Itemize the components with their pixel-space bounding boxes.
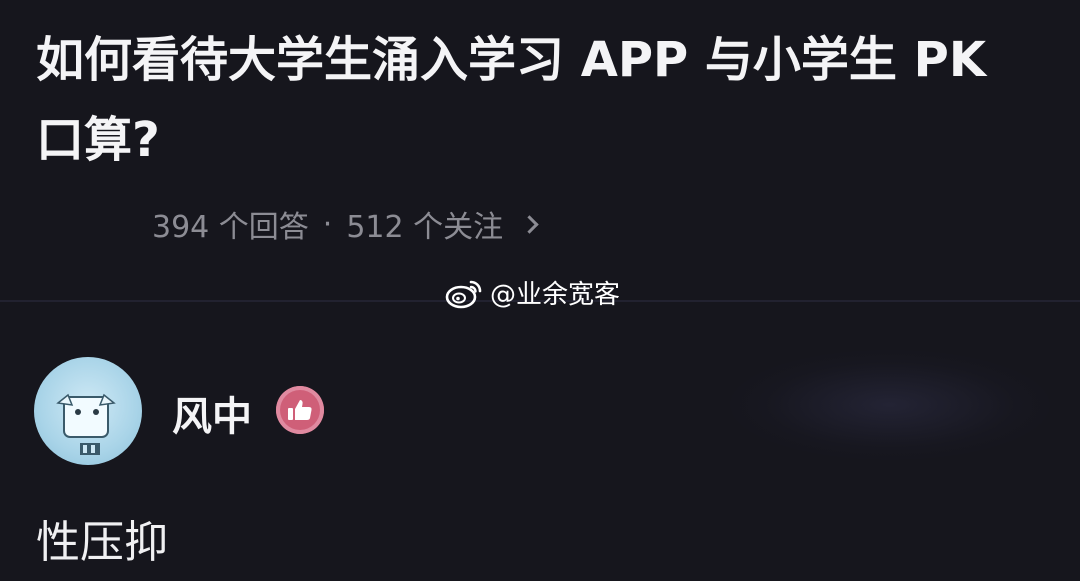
watermark: @业余宽客 — [444, 274, 620, 311]
avatar[interactable] — [34, 357, 142, 465]
follower-count: 512 个关注 — [346, 210, 504, 245]
meta-separator: · — [322, 206, 333, 242]
answer-content: 性压抑 — [36, 517, 168, 568]
question-title: 如何看待大学生涌入学习 APP 与小学生 PK 口算? — [36, 32, 987, 168]
background-glow — [730, 350, 1050, 460]
author-name[interactable]: 风中 — [172, 384, 252, 442]
thumbs-up-icon — [288, 400, 312, 420]
question-stats-link[interactable]: 394 个回答 · 512 个关注 — [152, 202, 539, 246]
like-badge — [276, 386, 324, 434]
chevron-right-icon — [520, 214, 539, 234]
answer-count: 394 个回答 — [152, 210, 309, 245]
watermark-text: @业余宽客 — [490, 280, 621, 310]
weibo-icon — [445, 280, 482, 308]
avatar-image — [56, 393, 116, 455]
